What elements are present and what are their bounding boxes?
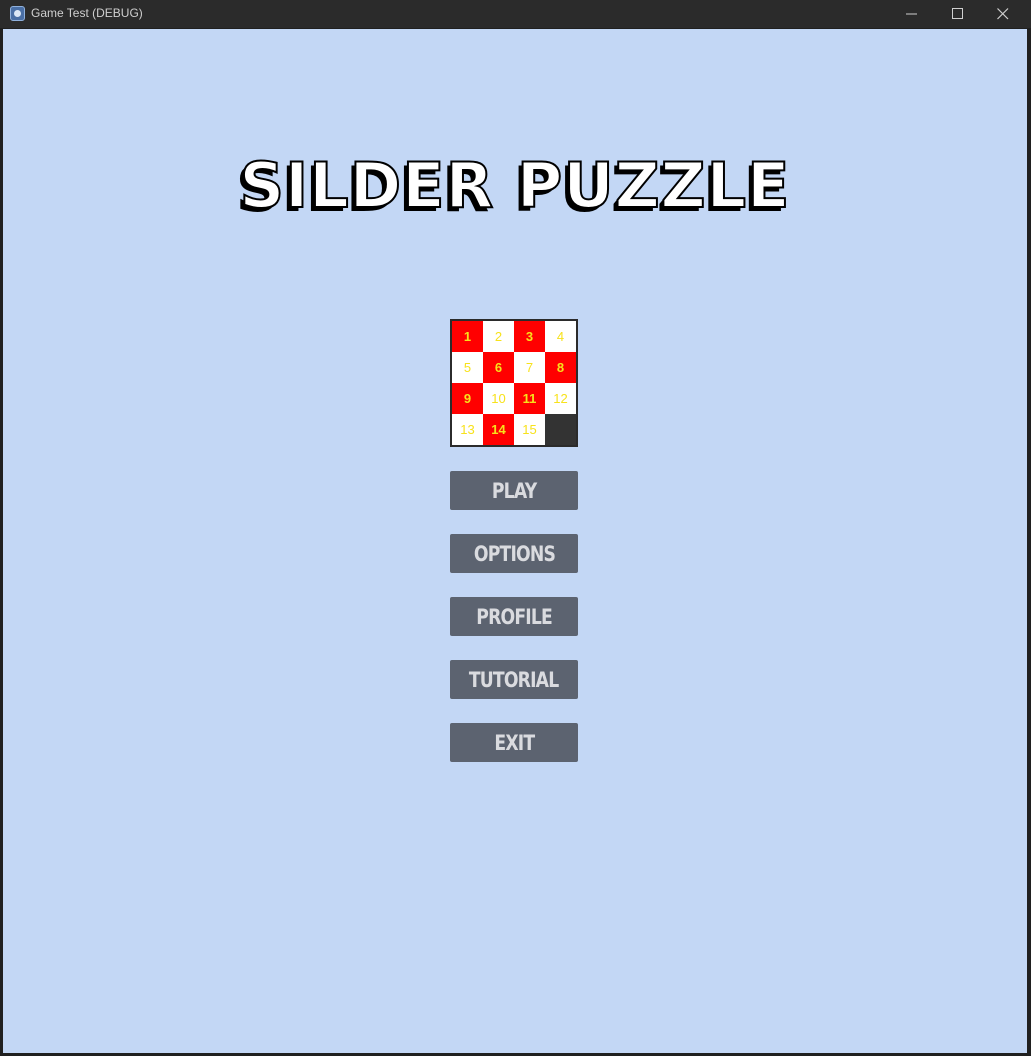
puzzle-tile: 6 (483, 352, 514, 383)
puzzle-tile: 14 (483, 414, 514, 445)
title-bar[interactable]: Game Test (DEBUG) (0, 0, 1031, 28)
profile-button-label: PROFILE (476, 604, 553, 629)
tutorial-button-label: TUTORIAL (469, 667, 559, 692)
game-engine-icon (10, 6, 25, 21)
tutorial-button[interactable]: TUTORIAL (450, 660, 578, 699)
exit-button-label: EXIT (494, 730, 535, 755)
close-icon (997, 8, 1009, 20)
puzzle-tile: 5 (452, 352, 483, 383)
puzzle-preview: 1 2 3 4 5 6 7 8 9 10 11 12 13 14 15 (450, 319, 578, 447)
puzzle-tile: 2 (483, 321, 514, 352)
puzzle-tile: 13 (452, 414, 483, 445)
puzzle-tile: 7 (514, 352, 545, 383)
game-window: Game Test (DEBUG) SILDER PUZZLE 1234 5678… (0, 0, 1031, 1056)
play-button-label: PLAY (491, 478, 537, 503)
profile-button[interactable]: PROFILE (450, 597, 578, 636)
window-title: Game Test (DEBUG) (31, 6, 143, 20)
close-button[interactable] (980, 0, 1026, 28)
game-title: SILDER PUZZLE (239, 148, 791, 223)
puzzle-tile: 8 (545, 352, 576, 383)
puzzle-tile: 9 (452, 383, 483, 414)
puzzle-tile: 12 (545, 383, 576, 414)
minimize-icon (906, 13, 917, 15)
puzzle-tile: 1 (452, 321, 483, 352)
puzzle-empty-slot (545, 414, 576, 445)
puzzle-tile: 11 (514, 383, 545, 414)
game-canvas: SILDER PUZZLE 1 2 3 4 5 6 7 8 9 10 11 12 13 14 15 PLAY… (3, 29, 1027, 1053)
puzzle-tile: 3 (514, 321, 545, 352)
maximize-icon (952, 8, 963, 19)
puzzle-tile: 4 (545, 321, 576, 352)
puzzle-tile: 15 (514, 414, 545, 445)
puzzle-tile: 10 (483, 383, 514, 414)
play-button[interactable]: PLAY (450, 471, 578, 510)
options-button-label: OPTIONS (473, 541, 555, 566)
exit-button[interactable]: EXIT (450, 723, 578, 762)
options-button[interactable]: OPTIONS (450, 534, 578, 573)
maximize-button[interactable] (935, 0, 981, 28)
minimize-button[interactable] (889, 0, 935, 28)
